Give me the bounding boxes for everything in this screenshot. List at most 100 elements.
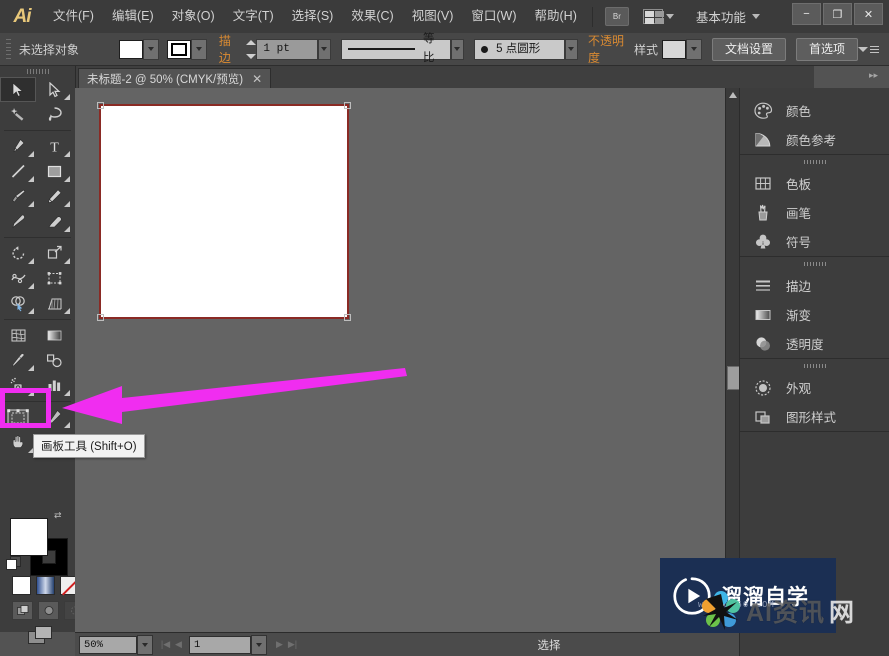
tool-lasso[interactable] — [36, 102, 72, 127]
panel-color[interactable]: 颜色 — [740, 96, 889, 125]
menu-object[interactable]: 对象(O) — [163, 0, 224, 33]
document-tab[interactable]: 未标题-2 @ 50% (CMYK/预览) ✕ — [78, 68, 272, 89]
artboard[interactable] — [97, 102, 351, 321]
canvas-area[interactable] — [75, 88, 814, 632]
stroke-profile-dropdown[interactable] — [450, 38, 465, 60]
panel-color-guide[interactable]: 颜色参考 — [740, 125, 889, 154]
panel-appearance[interactable]: 外观 — [740, 373, 889, 402]
workspace-switcher[interactable]: 基本功能 — [696, 7, 760, 26]
panel-transparency[interactable]: 透明度 — [740, 329, 889, 358]
tool-blob-brush[interactable] — [0, 209, 36, 234]
dock-group-grip[interactable] — [740, 359, 889, 373]
tool-type[interactable]: T — [36, 134, 72, 159]
artboard-number-dropdown[interactable] — [251, 634, 267, 655]
stroke-color-control[interactable] — [166, 38, 207, 60]
tool-rectangle[interactable] — [36, 159, 72, 184]
tool-blend[interactable] — [36, 348, 72, 373]
stroke-weight-stepper[interactable] — [246, 39, 257, 59]
tool-hand[interactable] — [0, 430, 36, 455]
next-artboard-button[interactable]: ▶ — [273, 636, 286, 654]
preferences-button[interactable]: 首选项 — [795, 37, 858, 61]
minimize-button[interactable]: − — [792, 3, 821, 25]
tool-gradient[interactable] — [36, 323, 72, 348]
panel-stroke[interactable]: 描边 — [740, 271, 889, 300]
control-bar-grip[interactable] — [6, 39, 11, 59]
tool-line-segment[interactable] — [0, 159, 36, 184]
tool-selection[interactable] — [0, 77, 36, 102]
draw-behind-button[interactable] — [38, 601, 59, 620]
zoom-level-input[interactable]: 50% — [79, 635, 137, 654]
tool-direct-selection[interactable] — [36, 77, 72, 102]
tool-mesh[interactable] — [0, 323, 36, 348]
tool-width[interactable] — [0, 266, 36, 291]
menu-view[interactable]: 视图(V) — [403, 0, 463, 33]
last-artboard-button[interactable]: ▶| — [286, 636, 299, 654]
panel-symbols[interactable]: 符号 — [740, 227, 889, 256]
opacity-label-link[interactable]: 不透明度 — [587, 32, 627, 67]
draw-normal-button[interactable] — [12, 601, 33, 620]
stroke-weight-dropdown[interactable] — [317, 38, 331, 60]
stroke-swatch[interactable] — [166, 39, 191, 59]
menu-help[interactable]: 帮助(H) — [526, 0, 586, 33]
gradient-fill-button[interactable] — [36, 576, 55, 595]
artboard-number-input[interactable]: 1 — [189, 635, 251, 654]
swap-fill-stroke-icon[interactable]: ⇄ — [54, 510, 62, 521]
arrange-documents-button[interactable] — [642, 9, 674, 24]
first-artboard-button[interactable]: |◀ — [159, 636, 172, 654]
graphic-style-control[interactable] — [661, 38, 702, 60]
fill-dropdown-button[interactable] — [142, 38, 159, 60]
toolbox-grip[interactable] — [0, 66, 75, 77]
tool-eraser[interactable] — [36, 209, 72, 234]
tool-eyedropper[interactable] — [0, 348, 36, 373]
stroke-label-link[interactable]: 描边 — [218, 32, 239, 67]
menu-effect[interactable]: 效果(C) — [342, 0, 402, 33]
previous-artboard-button[interactable]: ◀ — [172, 636, 185, 654]
brush-definition-dropdown[interactable] — [564, 38, 578, 60]
fill-proxy[interactable] — [10, 518, 48, 556]
close-icon[interactable]: ✕ — [252, 73, 262, 85]
tool-rotate[interactable] — [0, 241, 36, 266]
scroll-up-icon[interactable] — [729, 92, 737, 98]
tool-shape-builder[interactable] — [0, 291, 36, 316]
dock-group-grip[interactable] — [740, 257, 889, 271]
menu-lines-icon — [870, 45, 879, 53]
fill-color-control[interactable] — [118, 38, 159, 60]
menu-edit[interactable]: 编辑(E) — [103, 0, 163, 33]
brush-definition-select[interactable]: 5 点圆形 — [474, 38, 565, 60]
tool-pen[interactable] — [0, 134, 36, 159]
menu-select[interactable]: 选择(S) — [283, 0, 343, 33]
maximize-button[interactable]: ❐ — [823, 3, 852, 25]
tool-pencil[interactable] — [36, 184, 72, 209]
panel-graphic-styles[interactable]: 图形样式 — [740, 402, 889, 431]
fill-swatch[interactable] — [118, 39, 143, 59]
tab-scroll-right-icon[interactable]: ▸▸ — [869, 70, 878, 81]
menu-type[interactable]: 文字(T) — [224, 0, 283, 33]
panel-gradient[interactable]: 渐变 — [740, 300, 889, 329]
zoom-level-dropdown[interactable] — [137, 634, 153, 655]
artboard-corner-handle — [344, 314, 351, 321]
tool-scale[interactable] — [36, 241, 72, 266]
stroke-weight-input[interactable]: 1 pt — [256, 38, 318, 60]
close-button[interactable]: ✕ — [854, 3, 883, 25]
tool-free-transform[interactable] — [36, 266, 72, 291]
graphic-style-swatch[interactable] — [661, 39, 686, 59]
panel-swatches[interactable]: 色板 — [740, 169, 889, 198]
stroke-profile-select[interactable]: 等比 — [340, 33, 451, 64]
color-fill-button[interactable] — [12, 576, 31, 595]
fill-stroke-proxy[interactable]: ⇄ — [6, 510, 68, 576]
tool-magic-wand[interactable] — [0, 102, 36, 127]
graphic-style-dropdown[interactable] — [685, 38, 702, 60]
vertical-scrollbar[interactable] — [725, 88, 741, 632]
default-fill-stroke-icon[interactable] — [6, 556, 21, 571]
tool-paintbrush[interactable] — [0, 184, 36, 209]
screen-mode-button[interactable] — [28, 626, 52, 644]
bridge-icon[interactable]: Br — [604, 7, 629, 26]
tool-perspective-grid[interactable] — [36, 291, 72, 316]
dock-group-grip[interactable] — [740, 155, 889, 169]
document-setup-button[interactable]: 文档设置 — [711, 37, 786, 61]
stroke-dropdown-button[interactable] — [190, 38, 207, 60]
panel-brushes[interactable]: 画笔 — [740, 198, 889, 227]
control-bar-panel-menu[interactable] — [858, 45, 883, 53]
menu-window[interactable]: 窗口(W) — [462, 0, 525, 33]
menu-file[interactable]: 文件(F) — [44, 0, 103, 33]
